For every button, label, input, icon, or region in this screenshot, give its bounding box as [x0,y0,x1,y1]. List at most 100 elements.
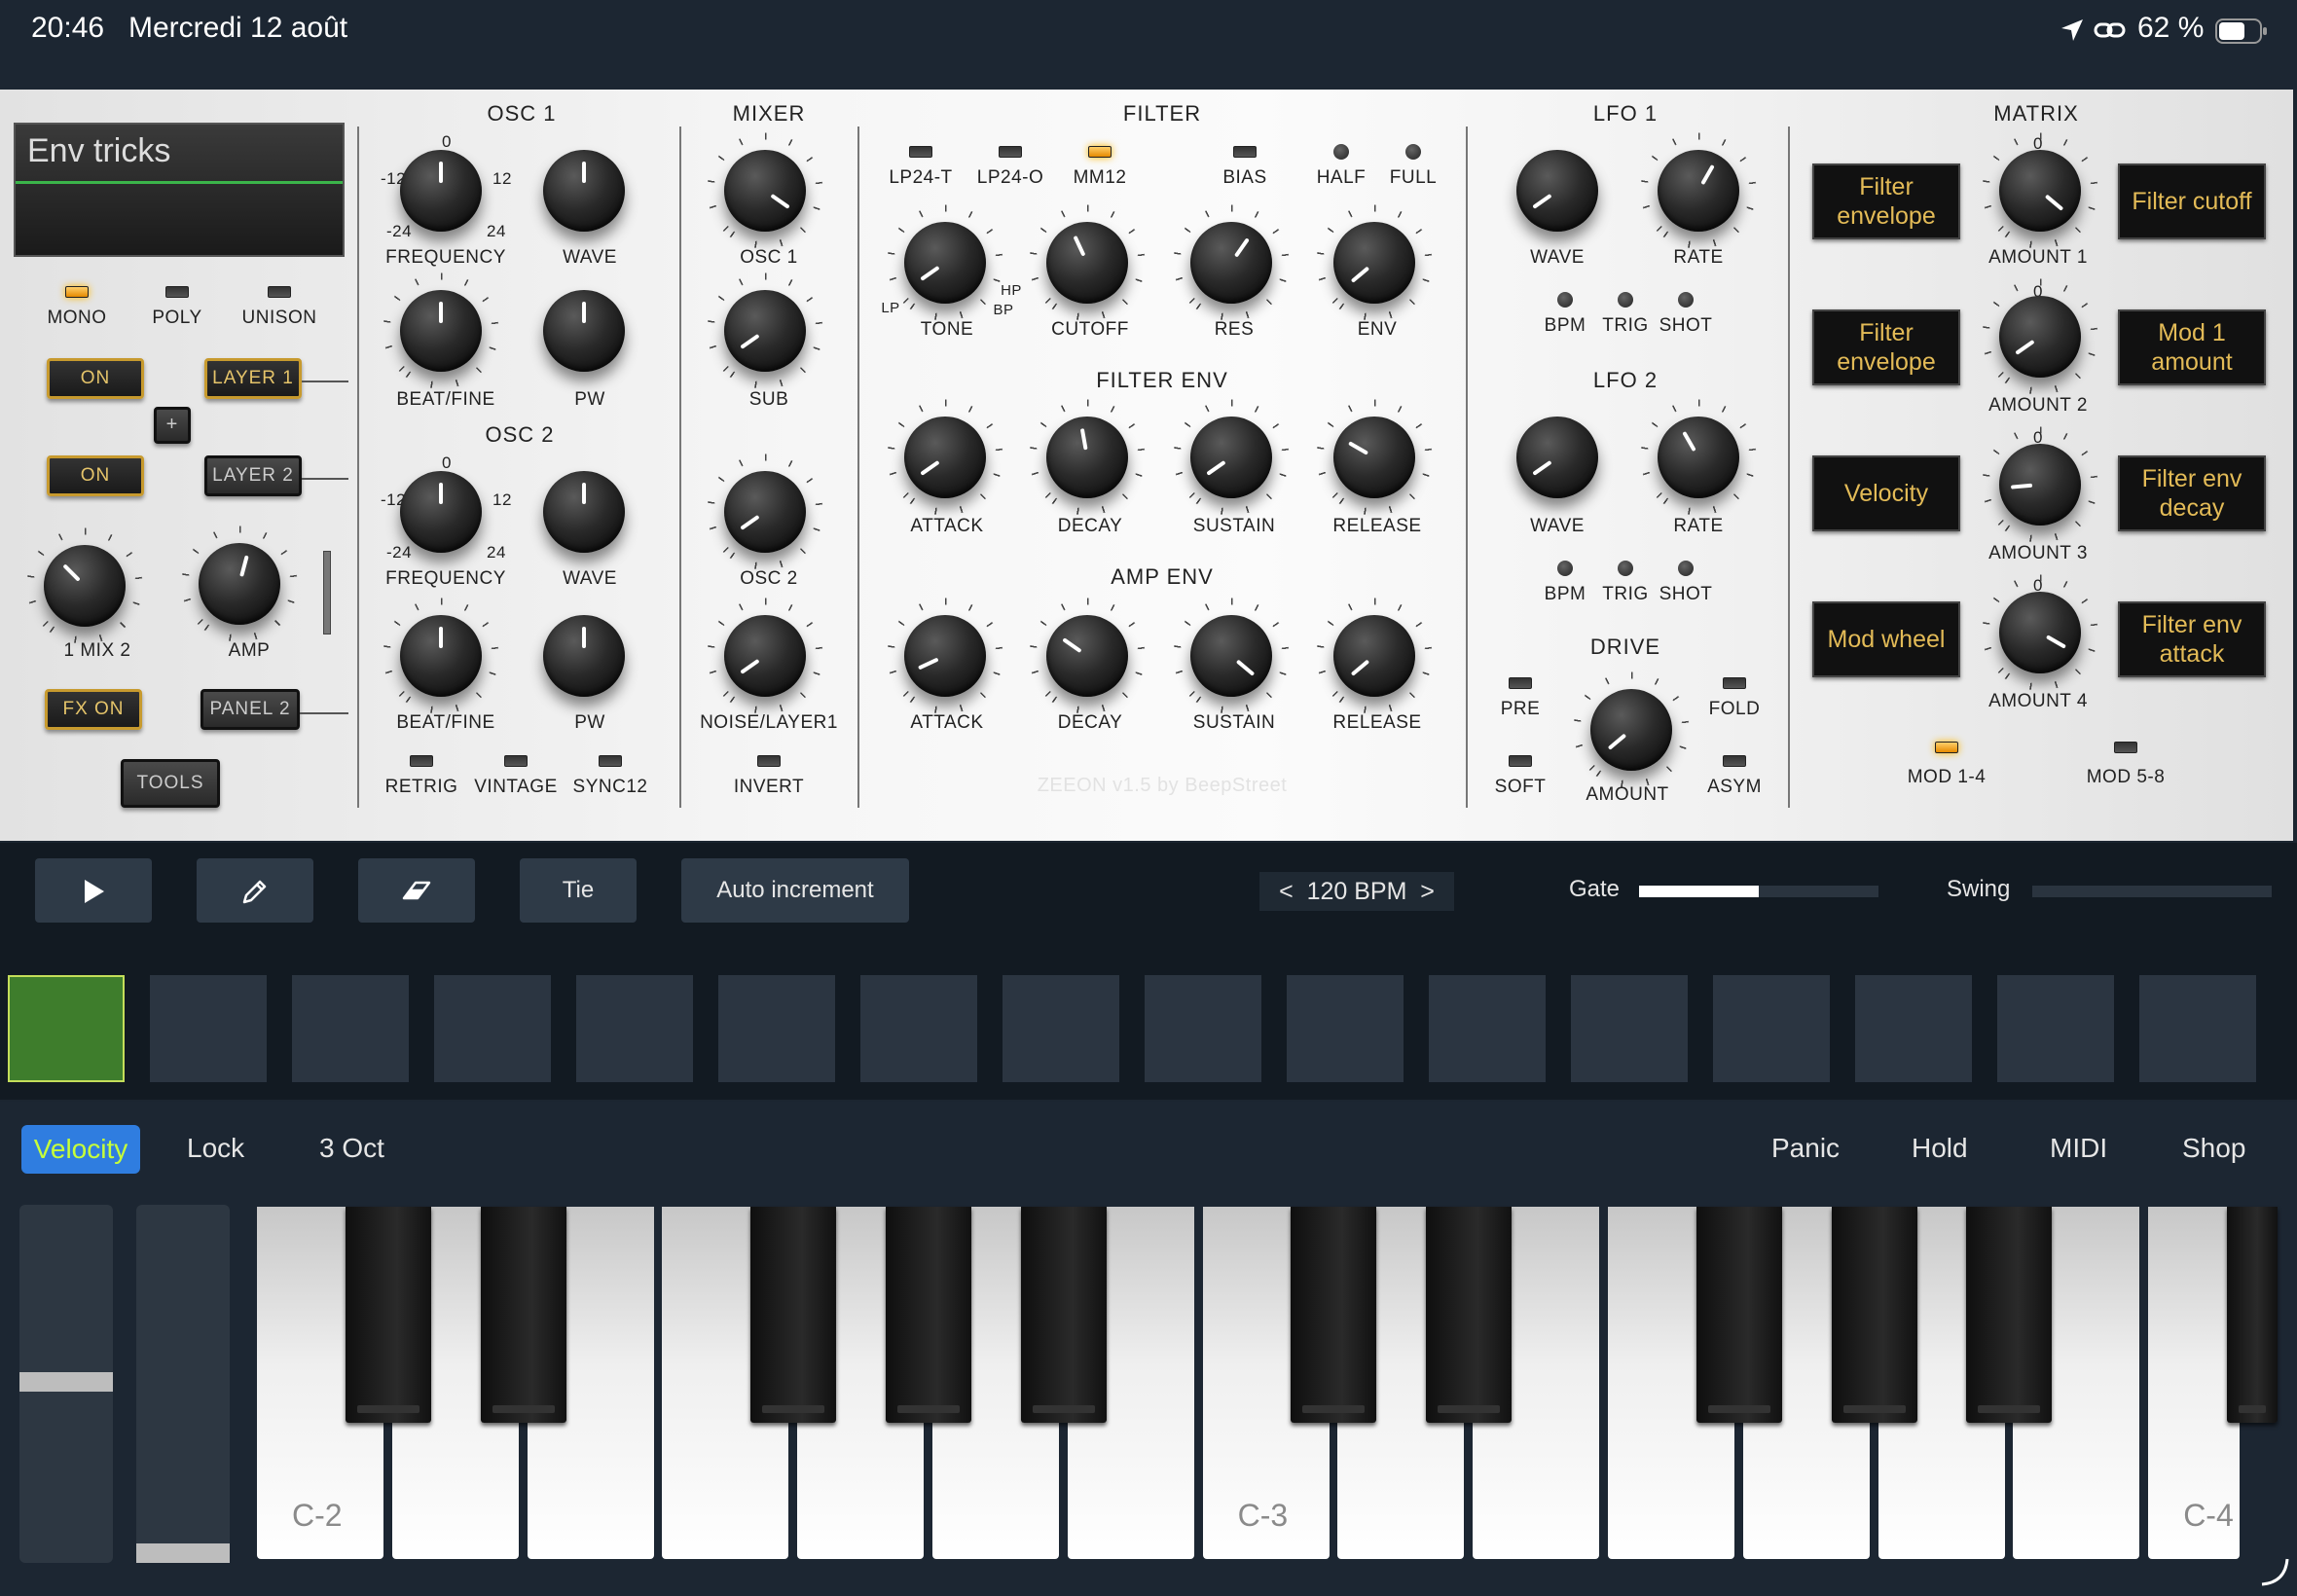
matrix-source-4[interactable]: Mod wheel [1812,601,1960,677]
black-key[interactable] [1831,1207,1917,1423]
panic-button[interactable]: Panic [1771,1133,1840,1164]
aenv-release-knob[interactable] [1333,615,1415,697]
matrix-source-2[interactable]: Filter envelope [1812,309,1960,385]
drive-fold-led[interactable] [1723,677,1746,689]
black-key[interactable] [1695,1207,1782,1423]
matrix-amount-4-knob[interactable] [1999,592,2081,673]
lp24o-led[interactable] [999,146,1022,158]
half-dot[interactable] [1333,144,1349,160]
full-dot[interactable] [1405,144,1421,160]
step-pad[interactable] [1997,975,2114,1082]
filter-env-knob[interactable] [1333,222,1415,304]
osc1-beatfine-knob[interactable] [400,290,482,372]
mix-knob[interactable] [44,545,126,627]
fenv-decay-knob[interactable] [1046,417,1128,498]
sync12-led[interactable] [599,755,622,767]
amp-knob[interactable] [199,543,280,625]
matrix-dest-2[interactable]: Mod 1 amount [2118,309,2266,385]
fenv-attack-knob[interactable] [904,417,986,498]
step-pad[interactable] [1429,975,1546,1082]
swing-slider[interactable] [2032,886,2272,897]
osc1-pw-knob[interactable] [543,290,625,372]
osc2-frequency-knob[interactable] [400,471,482,553]
osc1-frequency-knob[interactable] [400,150,482,232]
drive-pre-led[interactable] [1509,677,1532,689]
osc1-wave-knob[interactable] [543,150,625,232]
velocity-button[interactable]: Velocity [21,1125,140,1174]
layer2-on-button[interactable]: ON [47,455,144,496]
mod14-led[interactable] [1935,742,1958,753]
retrig-led[interactable] [410,755,433,767]
layer1-on-button[interactable]: ON [47,358,144,399]
step-pad[interactable] [8,975,125,1082]
step-pad[interactable] [2139,975,2256,1082]
lfo1-bpm-dot[interactable] [1557,292,1573,308]
layer1-button[interactable]: LAYER 1 [204,358,302,399]
panel2-button[interactable]: PANEL 2 [201,689,300,730]
step-pad[interactable] [1713,975,1830,1082]
step-pad[interactable] [1145,975,1261,1082]
invert-led[interactable] [757,755,781,767]
black-key[interactable] [1966,1207,2053,1423]
mono-led[interactable] [65,286,89,298]
poly-led[interactable] [165,286,189,298]
mixer-osc1-knob[interactable] [724,150,806,232]
mod-wheel-handle[interactable] [136,1543,230,1563]
black-key[interactable] [2227,1207,2278,1423]
vintage-led[interactable] [504,755,528,767]
midi-button[interactable]: MIDI [2050,1133,2107,1164]
mod-wheel[interactable] [136,1205,230,1563]
eraser-button[interactable] [358,858,475,923]
step-pad[interactable] [576,975,693,1082]
lfo2-trig-dot[interactable] [1618,561,1633,576]
auto-increment-button[interactable]: Auto increment [681,858,909,923]
lfo2-rate-knob[interactable] [1658,417,1739,498]
matrix-source-3[interactable]: Velocity [1812,455,1960,531]
matrix-dest-1[interactable]: Filter cutoff [2118,163,2266,239]
pitch-bend-handle[interactable] [19,1372,113,1392]
fx-on-button[interactable]: FX ON [45,689,142,730]
lock-button[interactable]: Lock [187,1133,244,1164]
aenv-sustain-knob[interactable] [1190,615,1272,697]
step-pad[interactable] [150,975,267,1082]
black-key[interactable] [345,1207,431,1423]
step-pad[interactable] [434,975,551,1082]
filter-tone-knob[interactable] [904,222,986,304]
osc2-pw-knob[interactable] [543,615,625,697]
mixer-noise-knob[interactable] [724,615,806,697]
matrix-amount-2-knob[interactable] [1999,296,2081,378]
matrix-amount-1-knob[interactable] [1999,150,2081,232]
black-key[interactable] [480,1207,566,1423]
octaves-button[interactable]: 3 Oct [319,1133,384,1164]
aenv-decay-knob[interactable] [1046,615,1128,697]
hold-button[interactable]: Hold [1912,1133,1968,1164]
drive-asym-led[interactable] [1723,755,1746,767]
tools-button[interactable]: TOOLS [121,759,220,808]
mm12-led[interactable] [1088,146,1112,158]
step-pad[interactable] [1003,975,1119,1082]
step-pad[interactable] [1571,975,1688,1082]
aenv-attack-knob[interactable] [904,615,986,697]
lfo1-shot-dot[interactable] [1678,292,1694,308]
fenv-sustain-knob[interactable] [1190,417,1272,498]
pitch-bend-wheel[interactable] [19,1205,113,1563]
patch-display[interactable]: Env tricks [14,123,345,257]
lfo1-trig-dot[interactable] [1618,292,1633,308]
lfo2-shot-dot[interactable] [1678,561,1694,576]
black-key[interactable] [1020,1207,1107,1423]
mixer-sub-knob[interactable] [724,290,806,372]
matrix-amount-3-knob[interactable] [1999,444,2081,526]
play-button[interactable] [35,858,152,923]
black-key[interactable] [1426,1207,1513,1423]
step-pad[interactable] [292,975,409,1082]
drive-soft-led[interactable] [1509,755,1532,767]
black-key[interactable] [886,1207,971,1423]
mod58-led[interactable] [2114,742,2137,753]
lfo1-wave-knob[interactable] [1516,150,1598,232]
black-key[interactable] [750,1207,837,1423]
lfo2-bpm-dot[interactable] [1557,561,1573,576]
mixer-osc2-knob[interactable] [724,471,806,553]
filter-res-knob[interactable] [1190,222,1272,304]
lfo1-rate-knob[interactable] [1658,150,1739,232]
pencil-button[interactable] [197,858,313,923]
